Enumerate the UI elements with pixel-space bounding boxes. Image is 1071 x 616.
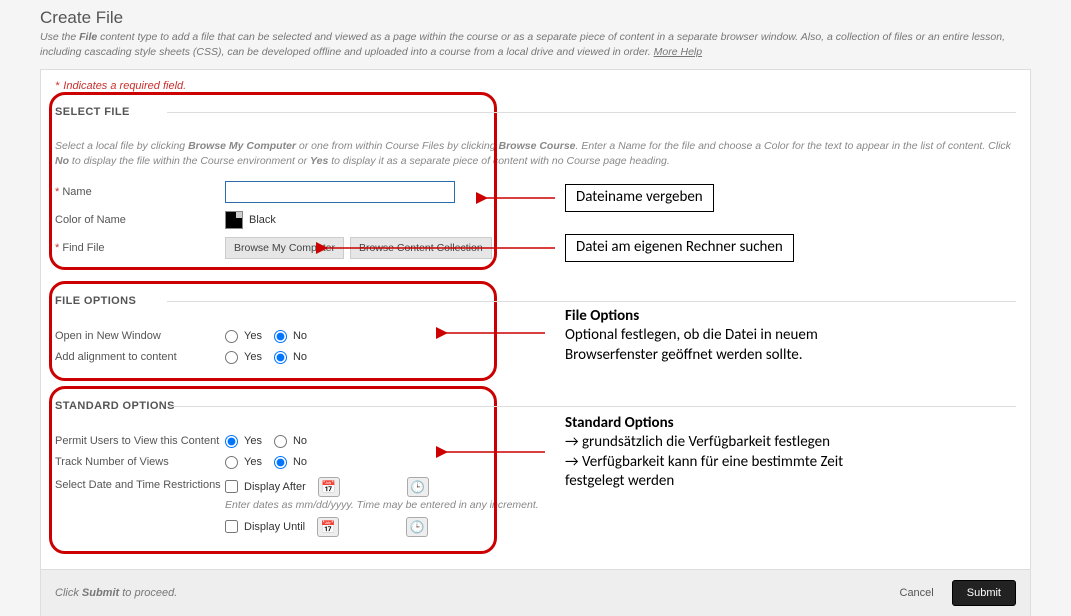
find-file-label: Find File <box>55 242 225 254</box>
alignment-yes-radio[interactable] <box>225 351 238 364</box>
color-swatch[interactable] <box>225 211 243 229</box>
permit-no-radio[interactable] <box>274 435 287 448</box>
track-yes-radio[interactable] <box>225 456 238 469</box>
open-new-yes-radio[interactable] <box>225 330 238 343</box>
calendar-icon[interactable]: 📅 <box>317 517 339 537</box>
annotation-filename: Dateiname vergeben <box>565 184 714 212</box>
section-standard-options: STANDARD OPTIONS Permit Users to View th… <box>55 392 1016 559</box>
page-description: Use the File content type to add a file … <box>40 30 1031 59</box>
track-views-label: Track Number of Views <box>55 456 225 468</box>
annotation-findfile: Datei am eigenen Rechner suchen <box>565 234 794 262</box>
select-file-description: Select a local file by clicking Browse M… <box>55 125 1016 176</box>
footer-hint: Click Submit to proceed. <box>55 587 177 599</box>
add-alignment-label: Add alignment to content <box>55 351 225 363</box>
required-indicator-note: Indicates a required field. <box>55 70 1016 98</box>
display-until-label: Display Until <box>244 521 305 533</box>
color-name-text: Black <box>249 214 276 226</box>
footer-bar: Click Submit to proceed. Cancel Submit <box>41 569 1030 616</box>
section-file-options: FILE OPTIONS Open in New Window Yes No A… <box>55 287 1016 392</box>
page-title: Create File <box>40 8 1031 28</box>
open-new-window-label: Open in New Window <box>55 330 225 342</box>
alignment-no-radio[interactable] <box>274 351 287 364</box>
legend-file-options: FILE OPTIONS <box>55 287 1016 313</box>
permit-yes-radio[interactable] <box>225 435 238 448</box>
name-label: Name <box>55 186 225 198</box>
color-label: Color of Name <box>55 214 225 226</box>
legend-select-file: SELECT FILE <box>55 98 1016 124</box>
open-new-no-radio[interactable] <box>274 330 287 343</box>
annotation-file-options: File Options Optional festlegen, ob die … <box>565 307 818 366</box>
display-after-checkbox[interactable] <box>225 480 238 493</box>
annotation-standard-options: Standard Options → grundsätzlich die Ver… <box>565 414 843 492</box>
display-after-label: Display After <box>244 481 306 493</box>
clock-icon[interactable]: 🕒 <box>406 517 428 537</box>
legend-standard-options: STANDARD OPTIONS <box>55 392 1016 418</box>
permit-view-label: Permit Users to View this Content <box>55 435 225 447</box>
calendar-icon[interactable]: 📅 <box>318 477 340 497</box>
track-no-radio[interactable] <box>274 456 287 469</box>
display-until-checkbox[interactable] <box>225 520 238 533</box>
date-format-hint: Enter dates as mm/dd/yyyy. Time may be e… <box>225 497 1016 517</box>
date-restrictions-label: Select Date and Time Restrictions <box>55 477 225 491</box>
more-help-link[interactable]: More Help <box>654 46 702 58</box>
clock-icon[interactable]: 🕒 <box>407 477 429 497</box>
section-select-file: SELECT FILE Select a local file by click… <box>55 98 1016 286</box>
